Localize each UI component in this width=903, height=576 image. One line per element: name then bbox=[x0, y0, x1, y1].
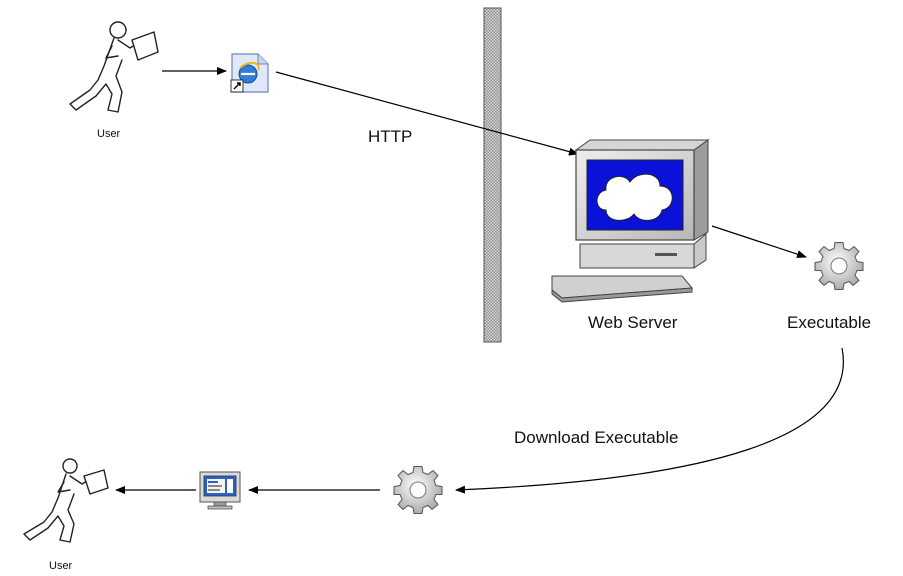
user-bottom-figure-icon bbox=[23, 458, 109, 543]
user-top-figure-icon bbox=[69, 21, 159, 113]
internet-explorer-shortcut-icon bbox=[230, 53, 269, 93]
executable-label: Executable bbox=[787, 313, 872, 332]
web-server-label: Web Server bbox=[588, 313, 678, 332]
arrow-server-to-executable bbox=[711, 225, 807, 258]
diagram-canvas bbox=[23, 7, 864, 543]
desktop-window-icon bbox=[199, 471, 241, 510]
gear-icon bbox=[814, 242, 864, 290]
arrow-browser-to-server bbox=[275, 71, 579, 156]
download-executable-label: Download Executable bbox=[514, 428, 679, 447]
http-label: HTTP bbox=[368, 127, 413, 146]
gear-icon-downloaded bbox=[393, 466, 443, 514]
firewall-wall-icon bbox=[483, 7, 502, 343]
user-bottom-label: User bbox=[49, 560, 73, 572]
user-top-label: User bbox=[97, 128, 121, 140]
arrow-download-curve bbox=[455, 347, 844, 494]
computer-monitor-icon bbox=[551, 139, 710, 303]
